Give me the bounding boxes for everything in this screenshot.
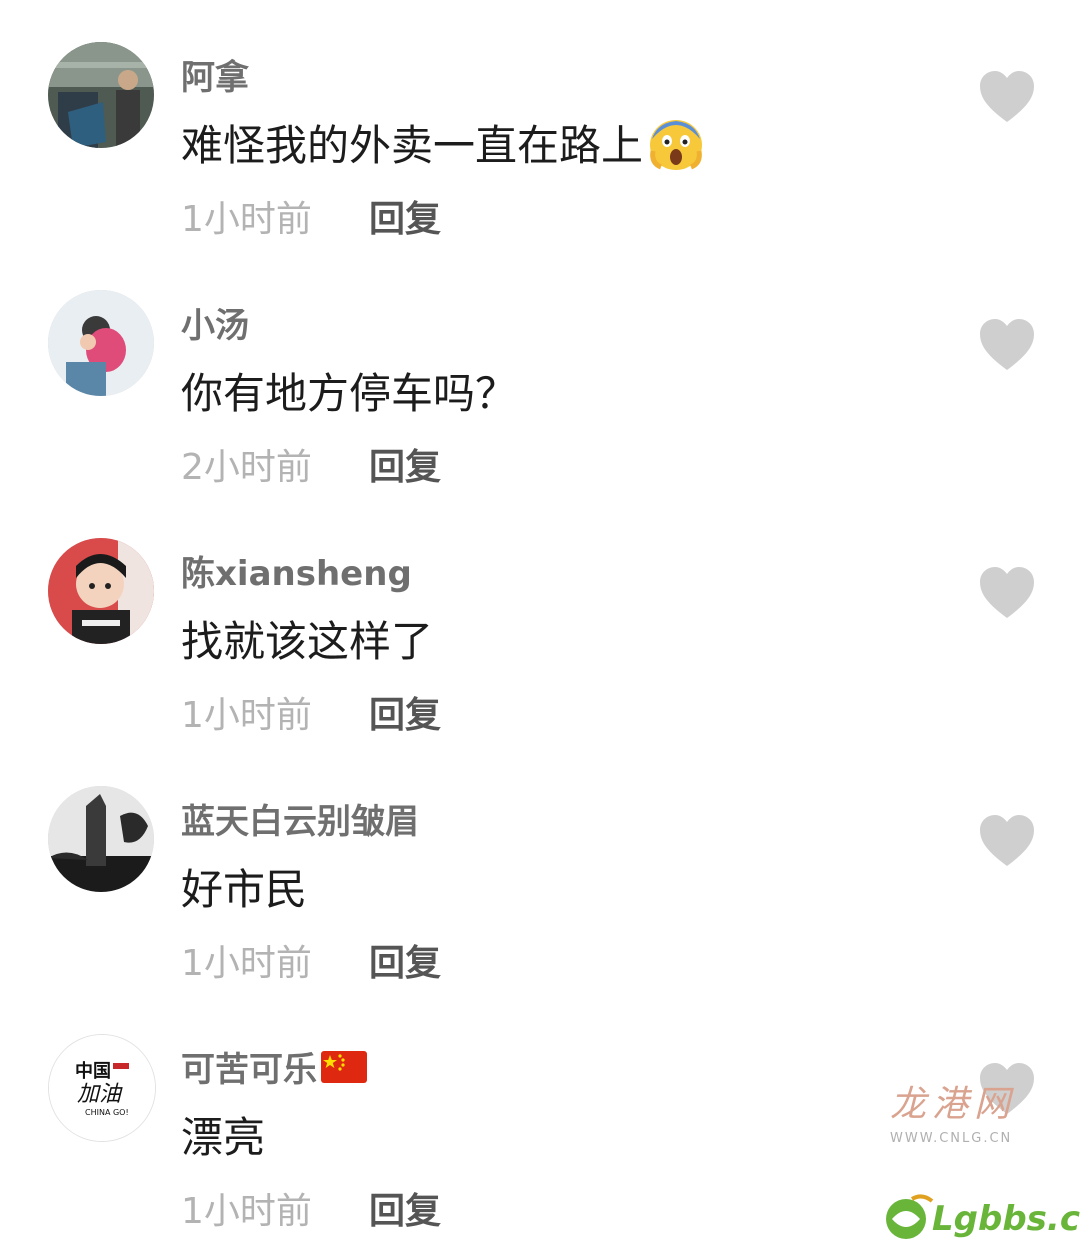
timestamp: 1小时前	[181, 943, 312, 984]
username-text[interactable]: 可苦可乐	[181, 1050, 317, 1090]
face-screaming-in-fear-icon	[647, 117, 705, 181]
timestamp: 1小时前	[181, 199, 312, 240]
comment-meta: 1小时前 回复	[181, 190, 441, 240]
lgbbs-watermark: Lgbbs.cn	[880, 1185, 1080, 1245]
comment-meta: 1小时前 回复	[181, 686, 441, 736]
timestamp: 2小时前	[181, 447, 312, 488]
username[interactable]: 小汤	[181, 298, 249, 347]
heart-icon	[980, 71, 1034, 122]
comment-text: 漂亮	[181, 1113, 266, 1162]
reply-button[interactable]: 回复	[369, 1182, 441, 1234]
avatar-logo-line1: 中国	[75, 1060, 111, 1082]
avatar[interactable]	[48, 290, 154, 396]
comment-text-content: 难怪我的外卖一直在路上	[181, 121, 644, 170]
username[interactable]: 陈xiansheng	[181, 546, 412, 595]
avatar[interactable]	[48, 786, 154, 892]
avatar[interactable]	[48, 538, 154, 644]
username[interactable]: 蓝天白云别皱眉	[181, 794, 419, 843]
like-button[interactable]	[978, 318, 1036, 372]
like-button[interactable]	[978, 70, 1036, 124]
like-button[interactable]	[978, 566, 1036, 620]
lgbbs-watermark-text: Lgbbs.cn	[932, 1199, 1080, 1239]
china-flag-icon	[321, 1051, 367, 1092]
comment-text: 好市民	[181, 865, 308, 914]
comment-item: 陈xiansheng 找就该这样了 1小时前 回复	[0, 496, 1080, 744]
comment-item: 小汤 你有地方停车吗？ 2小时前 回复	[0, 248, 1080, 496]
timestamp: 1小时前	[181, 1191, 312, 1232]
comment-item: 阿拿 难怪我的外卖一直在路上 1小时前 回复	[0, 0, 1080, 248]
timestamp: 1小时前	[181, 695, 312, 736]
lgbbs-logo-icon	[886, 1194, 934, 1239]
username[interactable]: 阿拿	[181, 50, 249, 99]
comment-meta: 1小时前 回复	[181, 1182, 441, 1232]
comment-item: 蓝天白云别皱眉 好市民 1小时前 回复	[0, 744, 1080, 992]
cnlg-watermark-title: 龙港网	[890, 1084, 1017, 1125]
reply-button[interactable]: 回复	[369, 686, 441, 738]
avatar[interactable]: 中国 加油 CHINA GO!	[48, 1034, 156, 1142]
avatar[interactable]	[48, 42, 154, 148]
cnlg-watermark-url: WWW.CNLG.CN	[890, 1131, 1013, 1146]
reply-button[interactable]: 回复	[369, 438, 441, 490]
comment-text: 找就该这样了	[181, 617, 434, 666]
heart-icon	[980, 319, 1034, 370]
heart-icon	[980, 815, 1034, 866]
avatar-logo-line2: 加油	[77, 1082, 123, 1107]
heart-icon	[980, 567, 1034, 618]
reply-button[interactable]: 回复	[369, 190, 441, 242]
reply-button[interactable]: 回复	[369, 934, 441, 986]
comment-meta: 2小时前 回复	[181, 438, 441, 488]
comment-meta: 1小时前 回复	[181, 934, 441, 984]
like-button[interactable]	[978, 814, 1036, 868]
avatar-logo-line3: CHINA GO!	[85, 1108, 129, 1117]
username: 可苦可乐	[181, 1042, 367, 1092]
comment-text: 难怪我的外卖一直在路上	[181, 112, 705, 181]
cnlg-watermark: 龙港网 WWW.CNLG.CN	[890, 1075, 1030, 1147]
comment-text: 你有地方停车吗？	[181, 369, 518, 418]
